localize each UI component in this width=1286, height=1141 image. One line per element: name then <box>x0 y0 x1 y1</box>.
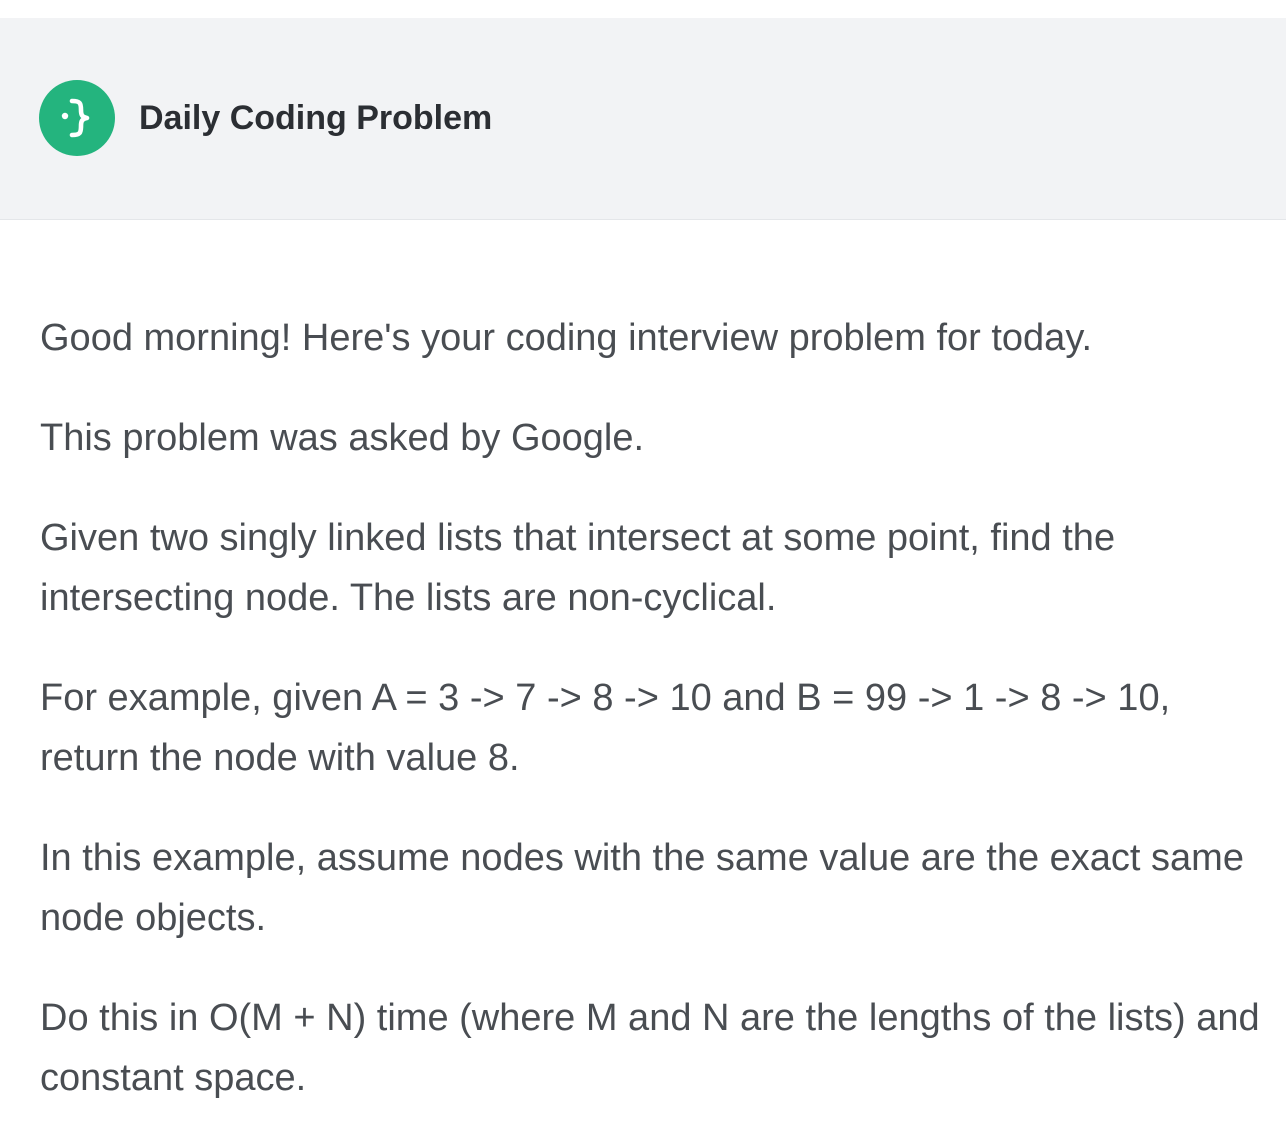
email-header: Daily Coding Problem <box>0 18 1286 220</box>
assumption-paragraph: In this example, assume nodes with the s… <box>40 837 1244 939</box>
asked-by-text: This problem was asked by Google. <box>40 417 645 459</box>
email-page: Daily Coding Problem Good morning! Here'… <box>0 0 1286 1141</box>
constraint-paragraph: Do this in O(M + N) time (where M and N … <box>40 997 1260 1099</box>
brand-name: Daily Coding Problem <box>139 99 493 137</box>
brand-logo <box>39 80 115 156</box>
greeting-text: Good morning! Here's your coding intervi… <box>40 317 1093 359</box>
problem-paragraph: Given two singly linked lists that inter… <box>40 517 1116 619</box>
curly-brace-icon <box>61 98 90 138</box>
example-paragraph: For example, given A = 3 -> 7 -> 8 -> 10… <box>40 677 1171 779</box>
email-body: Good morning! Here's your coding intervi… <box>40 308 1270 1141</box>
